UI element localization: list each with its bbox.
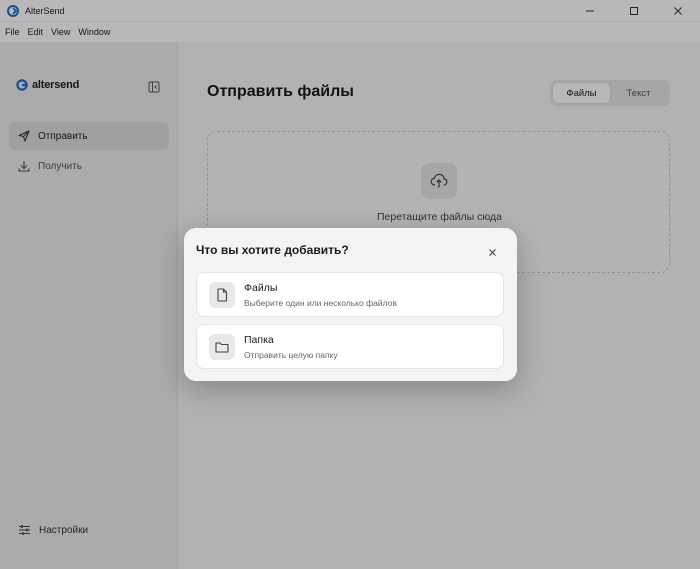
dialog-close-button[interactable] [486,246,498,258]
close-icon [488,248,496,256]
folder-icon [215,342,229,353]
option-title: Файлы [244,282,278,294]
file-icon-wrap [209,282,235,308]
file-icon [217,288,228,302]
folder-icon-wrap [209,334,235,360]
option-folder[interactable]: Папка Отправить целую папку [196,324,504,369]
option-files[interactable]: Файлы Выберите один или несколько файлов [196,272,504,317]
dialog-title: Что вы хотите добавить? [196,243,349,257]
option-subtitle: Отправить целую папку [244,350,338,360]
option-title: Папка [244,334,274,346]
option-subtitle: Выберите один или несколько файлов [244,298,397,308]
add-content-dialog: Что вы хотите добавить? Файлы Выберите о… [184,228,517,381]
